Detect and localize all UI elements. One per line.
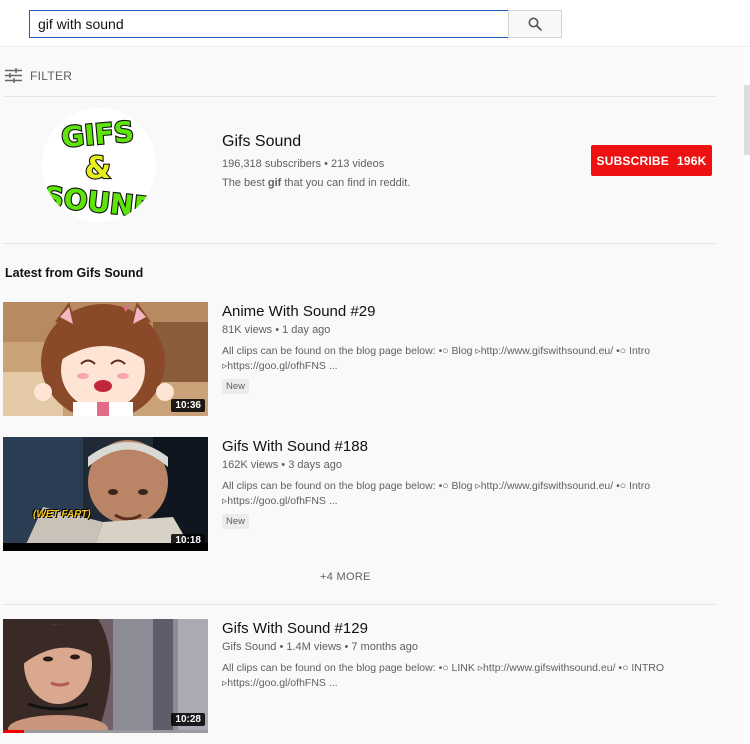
subscribe-button[interactable]: SUBSCRIBE 196K: [591, 145, 712, 176]
video-description: All clips can be found on the blog page …: [222, 345, 651, 372]
filter-label: FILTER: [30, 68, 73, 83]
new-badge: New: [222, 514, 250, 529]
watch-progress-fill: [3, 730, 24, 733]
subscriber-count: 196K: [676, 153, 707, 168]
watch-progress-bar: [3, 730, 208, 733]
video-meta: Gifs Sound • 1.4M views • 7 months ago: [222, 641, 419, 653]
filter-button[interactable]: FILTER: [5, 68, 72, 83]
new-badge: New: [222, 379, 250, 394]
masthead: [0, 0, 750, 47]
search-input[interactable]: [29, 10, 509, 38]
video-title[interactable]: Gifs With Sound #129: [222, 620, 368, 637]
video-thumbnail[interactable]: 10:36: [3, 302, 208, 416]
divider: [3, 96, 716, 97]
search-icon: [528, 17, 542, 31]
search-term-highlight: gif: [267, 177, 282, 189]
video-title[interactable]: Anime With Sound #29: [222, 303, 375, 320]
svg-text:GIFS: GIFS: [60, 115, 135, 154]
video-caption-overlay: (WET FART): [33, 509, 91, 520]
channel-avatar[interactable]: GIFS & SOUND: [42, 108, 156, 222]
search-button[interactable]: [508, 10, 562, 38]
video-thumbnail[interactable]: (WET FART) 10:18: [3, 437, 208, 551]
svg-text:&: &: [85, 151, 111, 186]
show-more-button[interactable]: +4 MORE: [320, 571, 371, 583]
divider: [3, 604, 716, 605]
video-duration: 10:18: [171, 534, 205, 547]
video-description: All clips can be found on the blog page …: [222, 480, 651, 507]
video-duration: 10:28: [171, 713, 205, 726]
subscribe-label: SUBSCRIBE: [596, 153, 669, 168]
channel-logo: GIFS & SOUND: [42, 108, 156, 222]
video-duration: 10:36: [171, 399, 205, 412]
channel-name[interactable]: Gifs Sound: [222, 133, 301, 151]
video-description: All clips can be found on the blog page …: [222, 662, 665, 689]
section-title: Latest from Gifs Sound: [5, 266, 144, 280]
video-meta: 162K views • 3 days ago: [222, 459, 343, 471]
scrollbar[interactable]: [744, 47, 750, 744]
channel-description: The best gif that you can find in reddit…: [222, 177, 411, 189]
tune-icon: [5, 68, 22, 83]
video-meta: 81K views • 1 day ago: [222, 324, 331, 336]
scrollbar-thumb[interactable]: [744, 85, 750, 155]
channel-stats: 196,318 subscribers • 213 videos: [222, 158, 385, 170]
divider: [3, 243, 716, 244]
video-title[interactable]: Gifs With Sound #188: [222, 438, 368, 455]
video-thumbnail[interactable]: 10:28: [3, 619, 208, 733]
